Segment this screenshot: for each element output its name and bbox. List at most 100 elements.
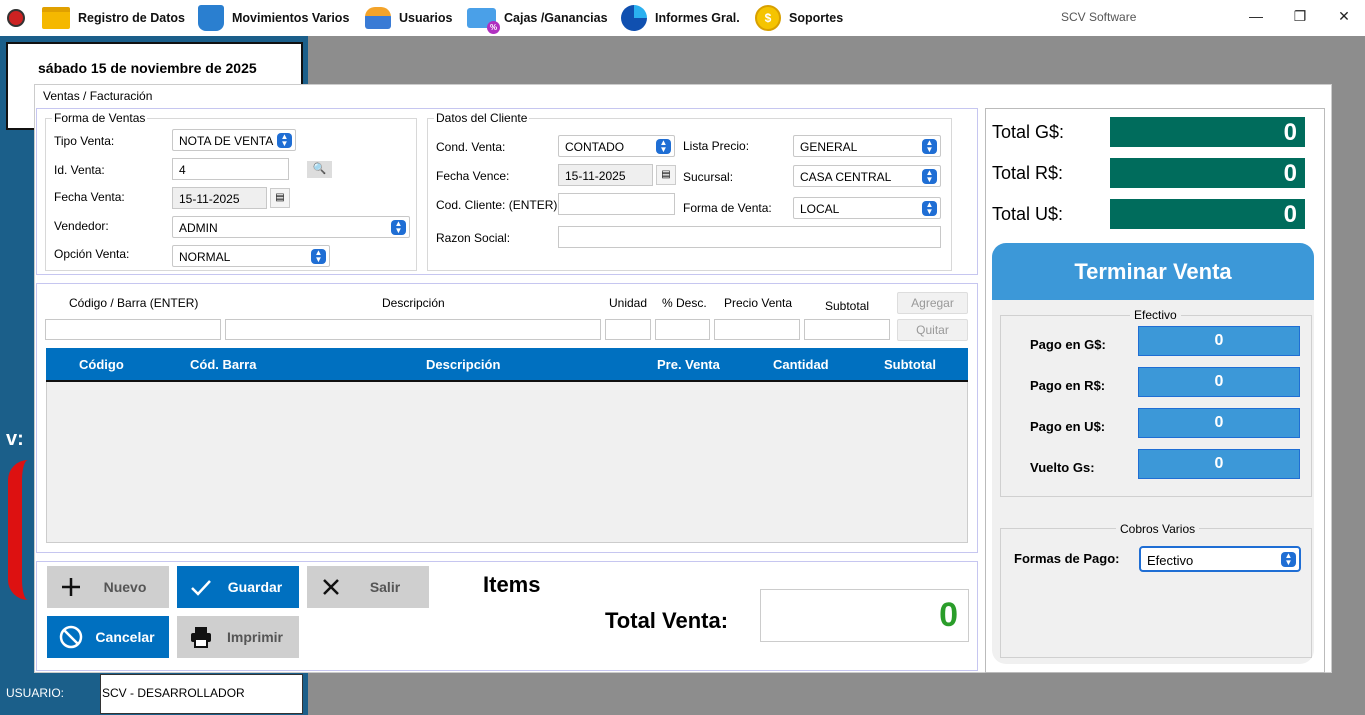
codigo-barra-label: Código / Barra (ENTER) — [69, 296, 199, 310]
chevron-updown-icon: ▲ ▼ — [277, 133, 292, 148]
menu-item-informes[interactable]: Informes Gral. — [621, 0, 740, 36]
menu-item-label: Usuarios — [399, 11, 453, 25]
quitar-button[interactable]: Quitar — [897, 319, 968, 341]
vendedor-value: ADMIN — [179, 221, 218, 235]
menu-item-label: Registro de Datos — [78, 11, 185, 25]
column-header[interactable]: Código — [79, 357, 124, 372]
calendar-icon[interactable]: ▤ — [656, 165, 676, 185]
tipo-venta-label: Tipo Venta: — [54, 134, 115, 148]
imprimir-button[interactable]: Imprimir — [177, 616, 299, 658]
pago-gs-input[interactable]: 0 — [1138, 326, 1300, 356]
id-venta-input[interactable]: 4 — [172, 158, 289, 180]
cond-venta-select[interactable]: CONTADO ▲ ▼ — [558, 135, 675, 157]
pie-chart-icon — [621, 5, 647, 31]
button-label: Cancelar — [95, 629, 155, 645]
minimize-icon[interactable]: — — [1246, 8, 1266, 28]
vendedor-select[interactable]: ADMIN ▲ ▼ — [172, 216, 410, 238]
credit-card-icon: % — [467, 8, 500, 34]
search-icon[interactable]: 🔍 — [307, 161, 332, 178]
users-icon — [365, 7, 391, 29]
cond-venta-value: CONTADO — [565, 140, 625, 154]
subtotal-input[interactable] — [804, 319, 890, 340]
group-title: Forma de Ventas — [52, 111, 148, 125]
menu-item-cajas[interactable]: % Cajas /Ganancias — [467, 0, 608, 36]
close-icon[interactable]: ✕ — [1334, 8, 1354, 28]
chevron-updown-icon: ▲ ▼ — [656, 139, 671, 154]
menu-item-label: Cajas /Ganancias — [504, 11, 608, 25]
calendar-icon[interactable]: ▤ — [270, 188, 290, 208]
pago-us-input[interactable]: 0 — [1138, 408, 1300, 438]
precio-input[interactable] — [714, 319, 800, 340]
forma-venta-select[interactable]: LOCAL ▲ ▼ — [793, 197, 941, 219]
column-header[interactable]: Cantidad — [773, 357, 829, 372]
terminar-venta-button[interactable]: Terminar Venta — [992, 243, 1314, 300]
items-label: Items — [483, 572, 541, 597]
total-gs-value: 0 — [1110, 117, 1305, 147]
descripcion-input[interactable] — [225, 319, 601, 340]
menu-item-registro[interactable]: Registro de Datos — [42, 0, 185, 36]
group-title: Datos del Cliente — [434, 111, 530, 125]
salir-button[interactable]: Salir — [307, 566, 429, 608]
column-header[interactable]: Descripción — [426, 357, 500, 372]
items-table-body[interactable] — [46, 382, 968, 543]
chevron-updown-icon: ▲ ▼ — [311, 249, 326, 264]
total-venta-value: 0 — [760, 589, 969, 642]
sucursal-select[interactable]: CASA CENTRAL ▲ ▼ — [793, 165, 941, 187]
chevron-updown-icon: ▲ ▼ — [922, 201, 937, 216]
column-header[interactable]: Cód. Barra — [190, 357, 256, 372]
app-logo-icon — [7, 9, 25, 27]
tipo-venta-select[interactable]: NOTA DE VENTA ▲ ▼ — [172, 129, 296, 151]
chevron-updown-icon: ▲ ▼ — [922, 169, 937, 184]
menu-item-soportes[interactable]: $ Soportes — [755, 0, 843, 36]
guardar-button[interactable]: Guardar — [177, 566, 299, 608]
total-venta-label: Total Venta: — [605, 608, 729, 633]
menu-item-usuarios[interactable]: Usuarios — [365, 0, 453, 36]
cancelar-button[interactable]: Cancelar — [47, 616, 169, 658]
razon-social-label: Razon Social: — [436, 231, 511, 245]
sucursal-label: Sucursal: — [683, 170, 734, 184]
desc-input[interactable] — [655, 319, 710, 340]
opcion-venta-label: Opción Venta: — [54, 247, 130, 261]
unidad-input[interactable] — [605, 319, 651, 340]
nuevo-button[interactable]: Nuevo — [47, 566, 169, 608]
agregar-button[interactable]: Agregar — [897, 292, 968, 314]
restore-icon[interactable]: ❐ — [1290, 8, 1310, 28]
codigo-input[interactable] — [45, 319, 221, 340]
lista-precio-select[interactable]: GENERAL ▲ ▼ — [793, 135, 941, 157]
total-us-label: Total U$: — [992, 204, 1064, 224]
efectivo-title: Efectivo — [1130, 308, 1181, 322]
user-value: SCV - DESARROLLADOR — [100, 674, 303, 714]
opcion-venta-value: NORMAL — [179, 250, 231, 264]
logo-fragment — [8, 460, 34, 600]
cobros-varios-title: Cobros Varios — [1116, 522, 1200, 536]
precio-venta-label: Precio Venta — [724, 296, 793, 310]
vendedor-label: Vendedor: — [54, 219, 109, 233]
total-us-value: 0 — [1110, 199, 1305, 229]
cod-cliente-label: Cod. Cliente: (ENTER) — [436, 198, 558, 212]
items-table-header: Código Cód. Barra Descripción Pre. Venta… — [46, 348, 968, 382]
vuelto-label: Vuelto Gs: — [1030, 460, 1095, 475]
forma-venta-value: LOCAL — [800, 202, 840, 216]
pago-us-label: Pago en U$: — [1030, 419, 1106, 434]
lista-precio-value: GENERAL — [800, 140, 858, 154]
descripcion-label: Descripción — [382, 296, 445, 310]
pago-rs-label: Pago en R$: — [1030, 378, 1106, 393]
razon-social-input[interactable] — [558, 226, 941, 248]
version-label: v: — [6, 428, 24, 450]
chevron-updown-icon: ▲ ▼ — [1281, 552, 1296, 567]
shopping-bag-icon — [198, 5, 224, 31]
fecha-venta-label: Fecha Venta: — [54, 190, 125, 204]
pago-rs-input[interactable]: 0 — [1138, 367, 1300, 397]
menu-item-movimientos[interactable]: Movimientos Varios — [198, 0, 349, 36]
cod-cliente-input[interactable] — [558, 193, 675, 215]
opcion-venta-select[interactable]: NORMAL ▲ ▼ — [172, 245, 330, 267]
tipo-venta-value: NOTA DE VENTA — [179, 134, 274, 148]
fecha-venta-input[interactable]: 15-11-2025 — [172, 187, 267, 209]
vuelto-value: 0 — [1138, 449, 1300, 479]
fecha-vence-input[interactable]: 15-11-2025 — [558, 164, 653, 186]
column-header[interactable]: Pre. Venta — [657, 357, 720, 372]
cond-venta-label: Cond. Venta: — [436, 140, 506, 154]
column-header[interactable]: Subtotal — [884, 357, 936, 372]
button-label: Nuevo — [103, 579, 147, 595]
formas-pago-select[interactable]: Efectivo ▲ ▼ — [1139, 546, 1301, 572]
